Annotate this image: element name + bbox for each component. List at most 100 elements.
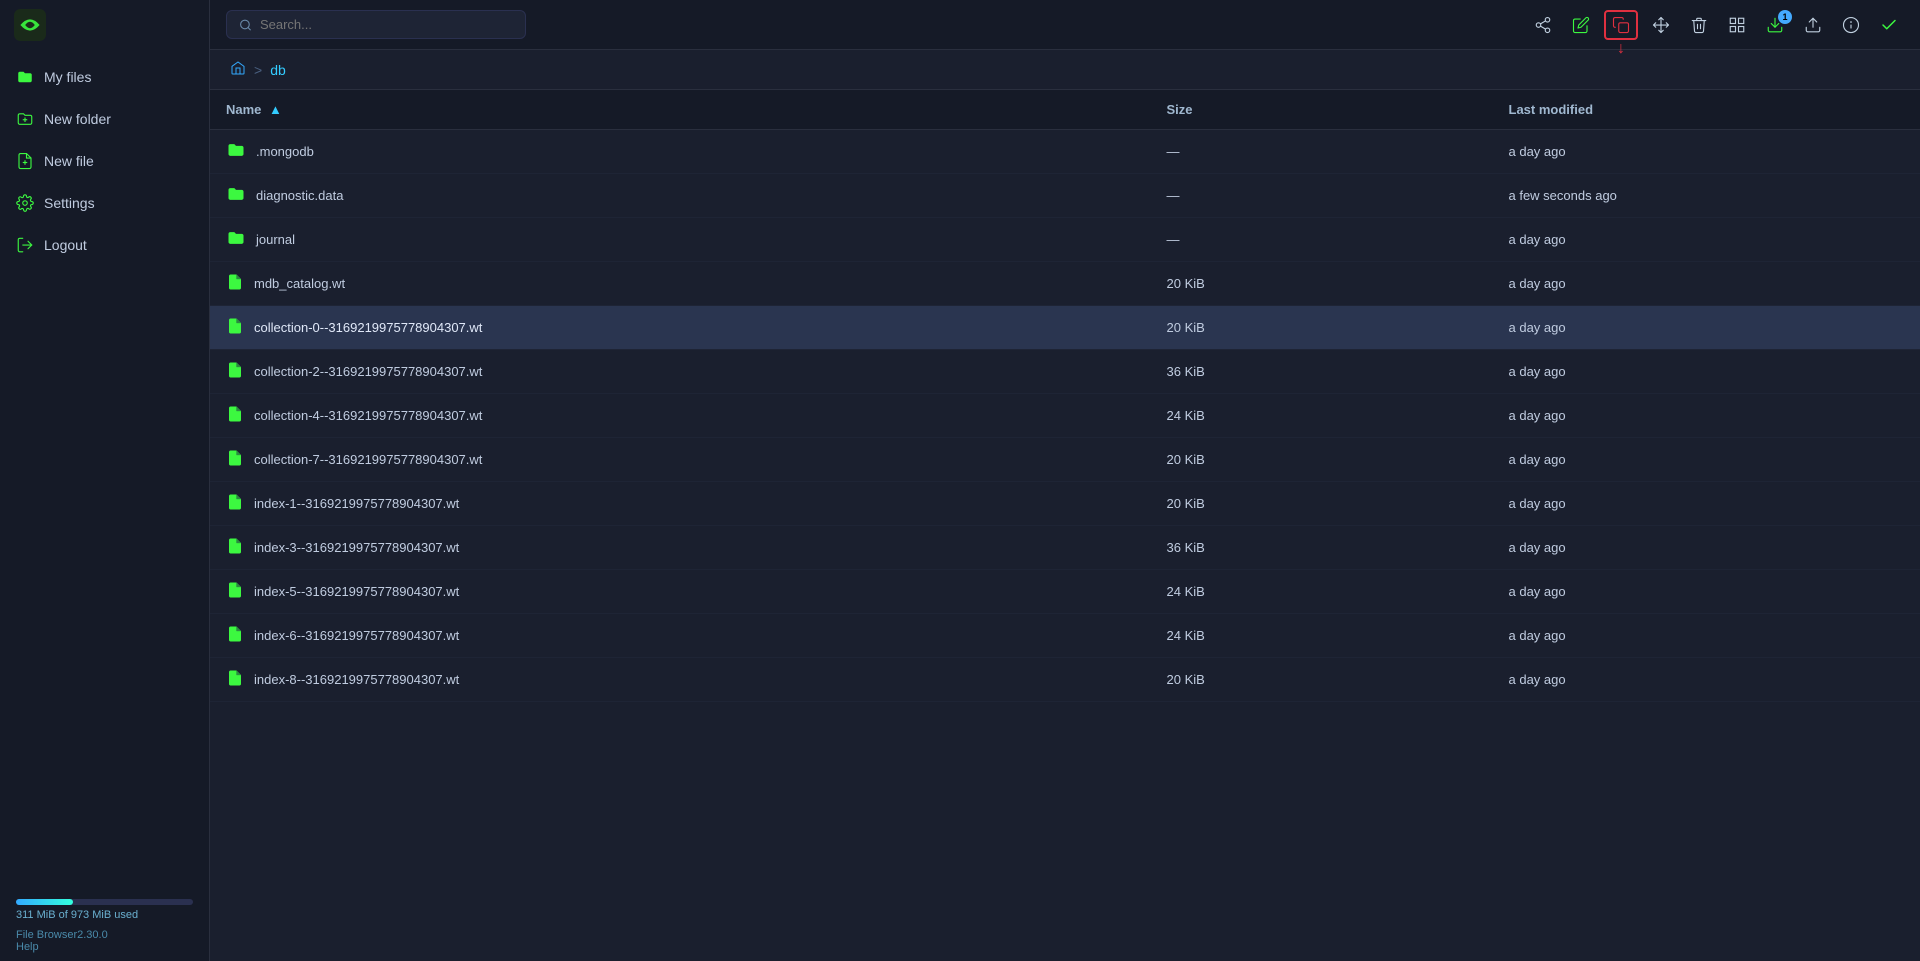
storage-label: 311 MiB of 973 MiB used <box>16 909 193 921</box>
table-row[interactable]: index-8--3169219975778904307.wt20 KiBa d… <box>210 658 1920 702</box>
edit-button[interactable] <box>1566 12 1596 38</box>
table-row[interactable]: collection-4--3169219975778904307.wt24 K… <box>210 394 1920 438</box>
table-row[interactable]: index-5--3169219975778904307.wt24 KiBa d… <box>210 570 1920 614</box>
sidebar-item-logout[interactable]: Logout <box>0 224 209 266</box>
file-size-cell: 20 KiB <box>1151 306 1493 350</box>
grid-view-button[interactable] <box>1722 12 1752 38</box>
table-row[interactable]: collection-2--3169219975778904307.wt36 K… <box>210 350 1920 394</box>
sidebar-nav: My files New folder New file <box>0 50 209 883</box>
col-name-header[interactable]: Name ▲ <box>210 90 1151 130</box>
folder-icon <box>226 184 246 207</box>
table-row[interactable]: journal—a day ago <box>210 218 1920 262</box>
table-row[interactable]: index-3--3169219975778904307.wt36 KiBa d… <box>210 526 1920 570</box>
share-button[interactable] <box>1528 12 1558 38</box>
file-modified-cell: a day ago <box>1493 438 1920 482</box>
download-button[interactable]: 1 <box>1760 12 1790 38</box>
delete-icon <box>1690 16 1708 34</box>
info-button[interactable] <box>1836 12 1866 38</box>
file-modified-cell: a day ago <box>1493 350 1920 394</box>
copy-button[interactable]: ↓ <box>1604 10 1638 40</box>
file-size-cell: 24 KiB <box>1151 614 1493 658</box>
file-tbody: .mongodb—a day agodiagnostic.data—a few … <box>210 130 1920 702</box>
grid-icon <box>1728 16 1746 34</box>
file-doc-icon <box>226 404 244 427</box>
folder-icon <box>16 68 34 86</box>
file-name-text: index-8--3169219975778904307.wt <box>254 672 459 687</box>
file-name-cell: collection-0--3169219975778904307.wt <box>226 316 1135 339</box>
sidebar-item-my-files[interactable]: My files <box>0 56 209 98</box>
file-name-text: collection-4--3169219975778904307.wt <box>254 408 482 423</box>
file-modified-cell: a day ago <box>1493 482 1920 526</box>
folder-plus-icon <box>16 110 34 128</box>
sidebar: My files New folder New file <box>0 0 210 961</box>
move-button[interactable] <box>1646 12 1676 38</box>
file-doc-icon <box>226 316 244 339</box>
file-name-text: .mongodb <box>256 144 314 159</box>
select-all-button[interactable] <box>1874 12 1904 38</box>
table-row[interactable]: index-6--3169219975778904307.wt24 KiBa d… <box>210 614 1920 658</box>
col-modified-header[interactable]: Last modified <box>1493 90 1920 130</box>
upload-button[interactable] <box>1798 12 1828 38</box>
folder-icon <box>226 140 246 163</box>
sidebar-logo <box>0 0 209 50</box>
check-icon <box>1880 16 1898 34</box>
breadcrumb-current[interactable]: db <box>270 62 286 78</box>
sort-icon: ▲ <box>269 102 282 117</box>
file-name-cell: index-1--3169219975778904307.wt <box>226 492 1135 515</box>
file-name-text: collection-7--3169219975778904307.wt <box>254 452 482 467</box>
file-doc-icon <box>226 360 244 383</box>
file-size-cell: 20 KiB <box>1151 262 1493 306</box>
file-name-cell-td: collection-2--3169219975778904307.wt <box>210 350 1151 394</box>
file-name-cell-td: journal <box>210 218 1151 262</box>
delete-button[interactable] <box>1684 12 1714 38</box>
file-plus-icon <box>16 152 34 170</box>
file-modified-cell: a day ago <box>1493 394 1920 438</box>
file-name-cell: collection-2--3169219975778904307.wt <box>226 360 1135 383</box>
file-name-cell-td: index-5--3169219975778904307.wt <box>210 570 1151 614</box>
search-box[interactable] <box>226 10 526 39</box>
share-icon <box>1534 16 1552 34</box>
file-name-cell: diagnostic.data <box>226 184 1135 207</box>
col-size-header[interactable]: Size <box>1151 90 1493 130</box>
table-row[interactable]: collection-0--3169219975778904307.wt 20 K… <box>210 306 1920 350</box>
file-modified-cell: a day ago <box>1493 614 1920 658</box>
table-row[interactable]: index-1--3169219975778904307.wt20 KiBa d… <box>210 482 1920 526</box>
copy-icon <box>1612 16 1630 34</box>
file-name-cell-td: index-1--3169219975778904307.wt <box>210 482 1151 526</box>
file-name-cell: mdb_catalog.wt <box>226 272 1135 295</box>
settings-icon <box>16 194 34 212</box>
file-name-text: journal <box>256 232 295 247</box>
sidebar-footer: 311 MiB of 973 MiB used File Browser2.30… <box>0 883 209 961</box>
file-name-cell-td: collection-4--3169219975778904307.wt <box>210 394 1151 438</box>
breadcrumb-separator: > <box>254 62 262 78</box>
file-doc-icon <box>226 492 244 515</box>
breadcrumb-home[interactable] <box>230 60 246 79</box>
file-doc-icon <box>226 580 244 603</box>
file-name-cell-td: index-8--3169219975778904307.wt <box>210 658 1151 702</box>
breadcrumb-bar: > db <box>210 50 1920 90</box>
file-size-cell: — <box>1151 174 1493 218</box>
file-name-cell: index-5--3169219975778904307.wt <box>226 580 1135 603</box>
file-doc-icon <box>226 448 244 471</box>
file-area: Name ▲ Size Last modified .mongodb—a day… <box>210 90 1920 961</box>
file-name-text: collection-0--3169219975778904307.wt <box>254 320 482 335</box>
edit-icon <box>1572 16 1590 34</box>
app-logo-icon <box>14 9 46 41</box>
file-doc-icon <box>226 624 244 647</box>
sidebar-item-new-file-label: New file <box>44 153 94 169</box>
help-text[interactable]: Help <box>16 941 193 953</box>
table-row[interactable]: collection-7--3169219975778904307.wt20 K… <box>210 438 1920 482</box>
table-row[interactable]: .mongodb—a day ago <box>210 130 1920 174</box>
home-icon <box>230 60 246 76</box>
file-name-text: mdb_catalog.wt <box>254 276 345 291</box>
file-name-cell: collection-4--3169219975778904307.wt <box>226 404 1135 427</box>
file-name-cell: collection-7--3169219975778904307.wt <box>226 448 1135 471</box>
table-row[interactable]: mdb_catalog.wt20 KiBa day ago <box>210 262 1920 306</box>
sidebar-item-settings[interactable]: Settings <box>0 182 209 224</box>
folder-icon <box>226 228 246 251</box>
table-row[interactable]: diagnostic.data—a few seconds ago <box>210 174 1920 218</box>
sidebar-item-new-folder[interactable]: New folder <box>0 98 209 140</box>
search-input[interactable] <box>260 17 513 32</box>
sidebar-item-new-file[interactable]: New file <box>0 140 209 182</box>
file-name-cell-td: collection-0--3169219975778904307.wt <box>210 306 1151 350</box>
